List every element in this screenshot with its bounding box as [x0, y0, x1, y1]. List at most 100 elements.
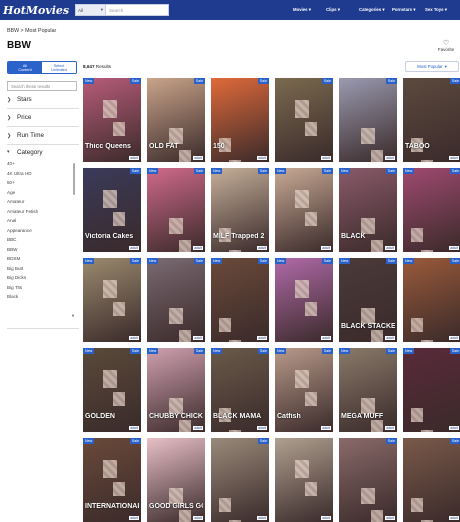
facet-price[interactable]: ❯ Price: [7, 109, 79, 127]
movie-cover[interactable]: New Sale adult: [403, 348, 460, 432]
movie-cover[interactable]: New Sale BLACK adult: [339, 168, 397, 252]
movie-cover[interactable]: New Sale adult: [211, 258, 269, 342]
nav-item-sex-toys[interactable]: Sex Toys ▾: [425, 7, 458, 13]
heart-icon: ♡: [442, 40, 450, 47]
movie-cover[interactable]: New Sale BLACK MAMA adult: [211, 348, 269, 432]
movie-cover[interactable]: Sale adult: [339, 438, 397, 522]
movie-cover[interactable]: New Sale Catfish adult: [275, 348, 333, 432]
movie-cover[interactable]: New Sale adult: [147, 168, 205, 252]
category-item[interactable]: Amateur: [7, 197, 79, 207]
movie-cover[interactable]: New Sale Thicc Queens adult: [83, 78, 141, 162]
cover-title: 150: [213, 143, 225, 150]
blurred-region: [179, 420, 191, 432]
movie-cover[interactable]: New Sale adult: [403, 168, 460, 252]
blurred-region: [421, 430, 433, 432]
sale-badge: Sale: [257, 348, 269, 354]
blurred-region: [305, 122, 317, 136]
category-item[interactable]: Appearance: [7, 226, 79, 236]
movie-cover[interactable]: Sale adult: [275, 78, 333, 162]
nav-item-categories[interactable]: Categories ▾: [359, 7, 392, 13]
movie-cover[interactable]: adult: [275, 438, 333, 522]
movie-cover[interactable]: New Sale adult: [83, 258, 141, 342]
new-badge: New: [275, 168, 287, 174]
search-input[interactable]: Search: [106, 4, 169, 16]
movie-cover[interactable]: Sale Victoria Cakes adult: [83, 168, 141, 252]
cover-title: TABOO: [405, 143, 430, 150]
category-item[interactable]: 50+: [7, 178, 79, 188]
category-scrollbar[interactable]: [73, 163, 75, 195]
facet-label: Run Time: [17, 132, 44, 139]
new-badge: New: [339, 258, 351, 264]
main-menu: Movies ▾ Clips ▾ Categories ▾ Pornstars …: [293, 0, 458, 20]
movie-cover[interactable]: New Sale CHUBBY CHICKS adult: [147, 348, 205, 432]
nav-item-pornstars[interactable]: Pornstars ▾: [392, 7, 425, 13]
blurred-region: [179, 330, 191, 342]
search-bar: All ▾ Search: [75, 4, 169, 16]
studio-logo: adult: [257, 516, 267, 520]
movie-cover[interactable]: GOOD GIRLS GONE adult: [147, 438, 205, 522]
site-logo[interactable]: HotMovies: [3, 4, 69, 17]
studio-logo: adult: [321, 516, 331, 520]
movie-cover[interactable]: Sale adult: [339, 78, 397, 162]
blurred-region: [411, 318, 423, 332]
filter-search-input[interactable]: Search these results: [7, 81, 77, 91]
blurred-region: [305, 212, 317, 226]
movie-cover[interactable]: New Sale adult: [275, 258, 333, 342]
movie-cover[interactable]: New Sale MILF Trapped 2 adult: [211, 168, 269, 252]
movie-cover[interactable]: New Sale MEGA MUFF adult: [339, 348, 397, 432]
blurred-region: [219, 498, 231, 512]
blurred-region: [421, 250, 433, 252]
category-item[interactable]: Big Butt: [7, 264, 79, 274]
studio-logo: adult: [193, 516, 203, 520]
studio-logo: adult: [257, 156, 267, 160]
blurred-region: [179, 510, 191, 522]
movie-cover[interactable]: Sale TABOO adult: [403, 78, 460, 162]
category-item[interactable]: Big Tits: [7, 283, 79, 293]
movie-cover[interactable]: New Sale BLACK STACKED adult: [339, 258, 397, 342]
movie-cover[interactable]: Sale OLD FAT adult: [147, 78, 205, 162]
facet-stars[interactable]: ❯ Stars: [7, 91, 79, 109]
category-item[interactable]: Age: [7, 188, 79, 198]
scroll-down-icon[interactable]: ▼: [71, 313, 75, 318]
sort-select[interactable]: Most Popular ▾: [405, 61, 459, 72]
nav-item-movies[interactable]: Movies ▾: [293, 7, 326, 13]
category-item[interactable]: BBC: [7, 235, 79, 245]
favorite-button[interactable]: ♡ Favorite: [437, 40, 455, 52]
sale-badge: Sale: [321, 348, 333, 354]
cover-title: BLACK: [341, 233, 366, 240]
studio-logo: adult: [385, 516, 395, 520]
sale-badge: Sale: [385, 348, 397, 354]
search-scope-select[interactable]: All ▾: [75, 4, 106, 16]
movie-cover[interactable]: Sale adult: [211, 438, 269, 522]
movie-cover[interactable]: New Sale INTERNATIONAL adult: [83, 438, 141, 522]
category-item[interactable]: 4K Ultra HD: [7, 169, 79, 179]
studio-logo: adult: [129, 516, 139, 520]
facet-run-time[interactable]: ❯ Run Time: [7, 127, 79, 145]
movie-cover[interactable]: Sale adult: [403, 438, 460, 522]
category-item[interactable]: Black: [7, 292, 79, 302]
breadcrumb[interactable]: BBW > Most Popular: [7, 28, 56, 34]
category-item[interactable]: Anal: [7, 216, 79, 226]
category-item[interactable]: Big Dicks: [7, 273, 79, 283]
blurred-region: [295, 280, 309, 298]
movie-cover[interactable]: New Sale GOLDEN adult: [83, 348, 141, 432]
nav-label: Movies: [293, 7, 308, 12]
category-item[interactable]: 40+: [7, 159, 79, 169]
facet-category[interactable]: ▾ Category: [7, 145, 79, 159]
sale-badge: Sale: [193, 168, 205, 174]
category-item[interactable]: BDSM: [7, 254, 79, 264]
blurred-region: [113, 212, 125, 226]
movie-cover[interactable]: New Sale adult: [275, 168, 333, 252]
new-badge: New: [211, 258, 223, 264]
category-item[interactable]: Amateur Fetish: [7, 207, 79, 217]
movie-cover[interactable]: New Sale adult: [403, 258, 460, 342]
category-item[interactable]: BBW: [7, 245, 79, 255]
nav-item-clips[interactable]: Clips ▾: [326, 7, 359, 13]
toggle-all-content[interactable]: All Content: [8, 62, 42, 73]
toggle-select-unlimited[interactable]: Select Unlimited: [42, 62, 76, 73]
new-badge: New: [147, 348, 159, 354]
filter-sidebar: Search these results ❯ Stars ❯ Price ❯ R…: [7, 81, 79, 329]
movie-cover[interactable]: New Sale adult: [147, 258, 205, 342]
blurred-region: [103, 280, 117, 298]
movie-cover[interactable]: Sale 150 adult: [211, 78, 269, 162]
